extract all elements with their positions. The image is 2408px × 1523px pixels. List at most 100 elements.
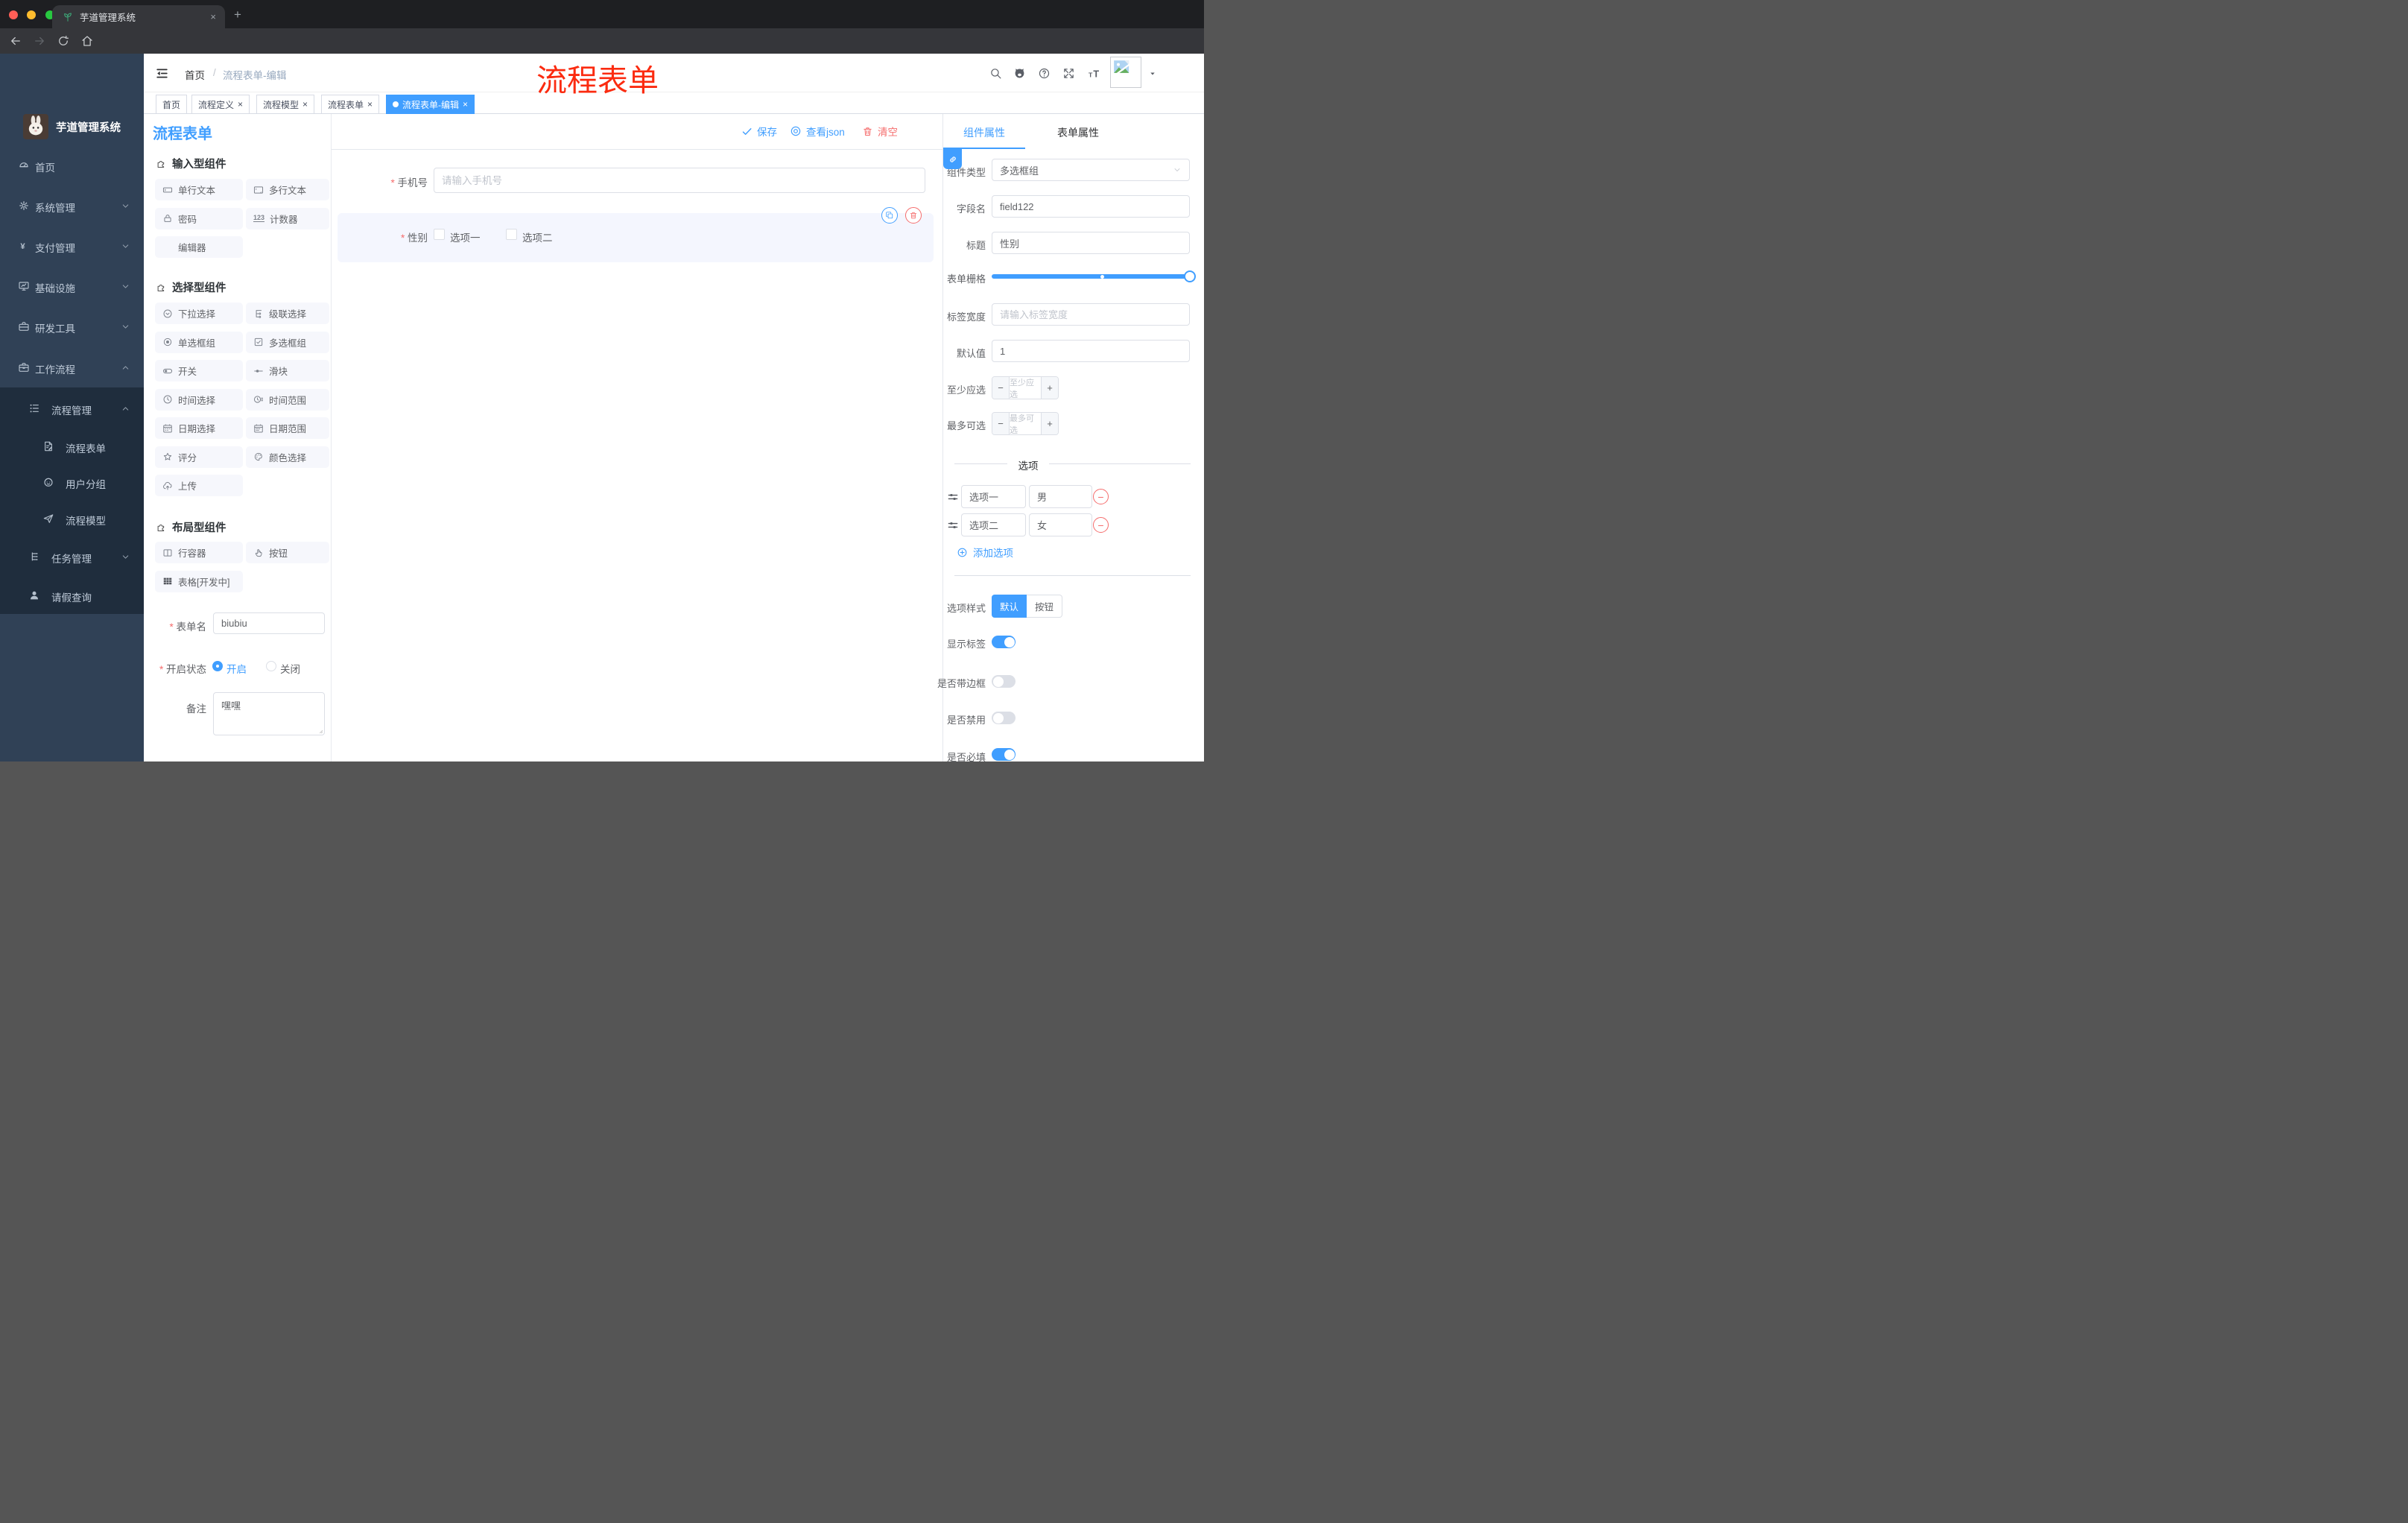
- sidebar-item-workflow[interactable]: 工作流程: [0, 349, 144, 386]
- component-button[interactable]: 按钮: [246, 542, 329, 563]
- form-remark-textarea[interactable]: 嘿嘿: [213, 692, 325, 735]
- component-color-picker[interactable]: 颜色选择: [246, 446, 329, 468]
- component-date-range[interactable]: 日期范围: [246, 417, 329, 439]
- collapse-sidebar-icon[interactable]: [155, 66, 169, 80]
- add-option-button[interactable]: 添加选项: [957, 545, 1013, 560]
- style-button-button[interactable]: 按钮: [1027, 595, 1063, 618]
- gender-option2-label[interactable]: 选项二: [522, 229, 553, 244]
- option1-label-input[interactable]: [961, 485, 1026, 508]
- tag-close-icon[interactable]: ×: [238, 100, 243, 109]
- component-cascader[interactable]: 级联选择: [246, 303, 329, 324]
- github-icon[interactable]: [1013, 67, 1026, 80]
- component-editor[interactable]: 编辑器: [155, 236, 243, 258]
- sidebar-item-user-group[interactable]: 用户分组: [0, 463, 144, 501]
- border-switch[interactable]: [992, 675, 1016, 688]
- home-icon[interactable]: [80, 34, 94, 48]
- field-name-input[interactable]: [992, 195, 1190, 218]
- component-time-range[interactable]: 时间范围: [246, 388, 329, 411]
- default-value-input[interactable]: [992, 340, 1190, 362]
- tab-form-props[interactable]: 表单属性: [1052, 125, 1104, 140]
- option-drag-icon[interactable]: [947, 491, 959, 503]
- grid-span-slider[interactable]: [992, 274, 1193, 279]
- option2-remove-button[interactable]: −: [1093, 517, 1109, 533]
- sidebar-item-process-mgmt[interactable]: 流程管理: [0, 390, 144, 427]
- option1-remove-button[interactable]: −: [1093, 489, 1109, 504]
- component-slider[interactable]: 滑块: [246, 360, 329, 381]
- component-time-picker[interactable]: 时间选择: [155, 388, 243, 411]
- sidebar-item-system[interactable]: 系统管理: [0, 187, 144, 224]
- close-window-button[interactable]: [9, 10, 18, 19]
- view-json-button[interactable]: 查看json: [790, 124, 845, 139]
- tab-component-props[interactable]: 组件属性: [951, 125, 1018, 140]
- browser-tab[interactable]: 芋道管理系统 ×: [52, 5, 225, 28]
- gender-option1-checkbox[interactable]: [434, 229, 445, 240]
- gender-option2-checkbox[interactable]: [506, 229, 517, 240]
- component-table-dev[interactable]: 表格[开发中]: [155, 570, 243, 592]
- radio-on-label[interactable]: 开启: [226, 661, 247, 676]
- form-name-input[interactable]: [213, 612, 325, 634]
- tab-close-icon[interactable]: ×: [210, 11, 216, 22]
- tag-home[interactable]: 首页: [156, 95, 188, 114]
- help-icon[interactable]: [1038, 67, 1051, 80]
- tag-close-icon[interactable]: ×: [302, 100, 308, 109]
- tag-close-icon[interactable]: ×: [367, 100, 373, 109]
- link-tab-button[interactable]: [943, 149, 962, 169]
- sidebar-item-process-form[interactable]: 流程表单: [0, 428, 144, 465]
- stepper-minus-button[interactable]: −: [992, 377, 1010, 399]
- max-select-placeholder[interactable]: 最多可选: [1010, 413, 1041, 435]
- radio-on-selected[interactable]: [212, 661, 223, 671]
- sidebar-item-devtools[interactable]: 研发工具: [0, 308, 144, 345]
- component-date-picker[interactable]: 日期选择: [155, 417, 243, 439]
- breadcrumb-home[interactable]: 首页: [185, 67, 205, 82]
- component-upload[interactable]: 上传: [155, 475, 243, 496]
- sidebar-item-home[interactable]: 首页: [0, 147, 144, 184]
- tag-close-icon[interactable]: ×: [463, 100, 468, 109]
- type-select[interactable]: 多选框组: [992, 159, 1190, 181]
- save-button[interactable]: 保存: [741, 124, 777, 139]
- back-icon[interactable]: [9, 34, 22, 48]
- stepper-plus-button[interactable]: +: [1041, 377, 1058, 399]
- sidebar-item-payment[interactable]: ¥ 支付管理: [0, 227, 144, 265]
- font-size-icon[interactable]: TT: [1087, 66, 1101, 80]
- component-counter[interactable]: 123 计数器: [246, 207, 329, 229]
- widget-copy-button[interactable]: [881, 207, 898, 224]
- component-rate[interactable]: 评分: [155, 446, 243, 468]
- sidebar-logo[interactable]: 芋道管理系统: [0, 110, 144, 143]
- reload-icon[interactable]: [57, 34, 70, 48]
- style-default-button[interactable]: 默认: [992, 595, 1027, 618]
- label-width-input[interactable]: [992, 303, 1190, 326]
- component-checkbox-group[interactable]: 多选框组: [246, 331, 329, 353]
- slider-handle[interactable]: [1184, 270, 1196, 282]
- clear-button[interactable]: 清空: [862, 124, 898, 139]
- gender-option1-label[interactable]: 选项一: [450, 229, 481, 244]
- tag-process-definition[interactable]: 流程定义 ×: [191, 95, 250, 114]
- option-drag-icon[interactable]: [947, 519, 959, 531]
- tag-process-form-edit[interactable]: 流程表单-编辑 ×: [386, 95, 475, 114]
- component-switch[interactable]: 开关: [155, 360, 243, 381]
- avatar[interactable]: [1110, 57, 1141, 88]
- phone-field-input[interactable]: [434, 168, 925, 193]
- min-select-placeholder[interactable]: 至少应选: [1010, 377, 1041, 399]
- stepper-plus-button[interactable]: +: [1041, 413, 1058, 434]
- component-row-container[interactable]: 行容器: [155, 542, 243, 563]
- search-icon[interactable]: [989, 67, 1002, 80]
- disabled-switch[interactable]: [992, 712, 1016, 724]
- sidebar-item-process-model[interactable]: 流程模型: [0, 500, 144, 537]
- tag-process-model[interactable]: 流程模型 ×: [256, 95, 315, 114]
- required-switch[interactable]: [992, 748, 1016, 761]
- sidebar-item-infra[interactable]: 基础设施: [0, 267, 144, 305]
- option1-value-input[interactable]: [1029, 485, 1092, 508]
- component-select[interactable]: 下拉选择: [155, 303, 243, 324]
- minimize-window-button[interactable]: [27, 10, 37, 19]
- radio-off[interactable]: [266, 661, 276, 671]
- component-single-text[interactable]: 单行文本: [155, 179, 243, 200]
- component-multi-text[interactable]: 多行文本: [246, 179, 329, 200]
- component-radio-group[interactable]: 单选框组: [155, 331, 243, 353]
- sidebar-item-leave-query[interactable]: 请假查询: [0, 577, 144, 614]
- new-tab-button[interactable]: +: [234, 8, 241, 21]
- forward-icon[interactable]: [33, 34, 46, 48]
- fullscreen-icon[interactable]: [1062, 67, 1075, 80]
- stepper-minus-button[interactable]: −: [992, 413, 1010, 434]
- widget-delete-button[interactable]: [905, 207, 922, 224]
- radio-off-label[interactable]: 关闭: [280, 661, 300, 676]
